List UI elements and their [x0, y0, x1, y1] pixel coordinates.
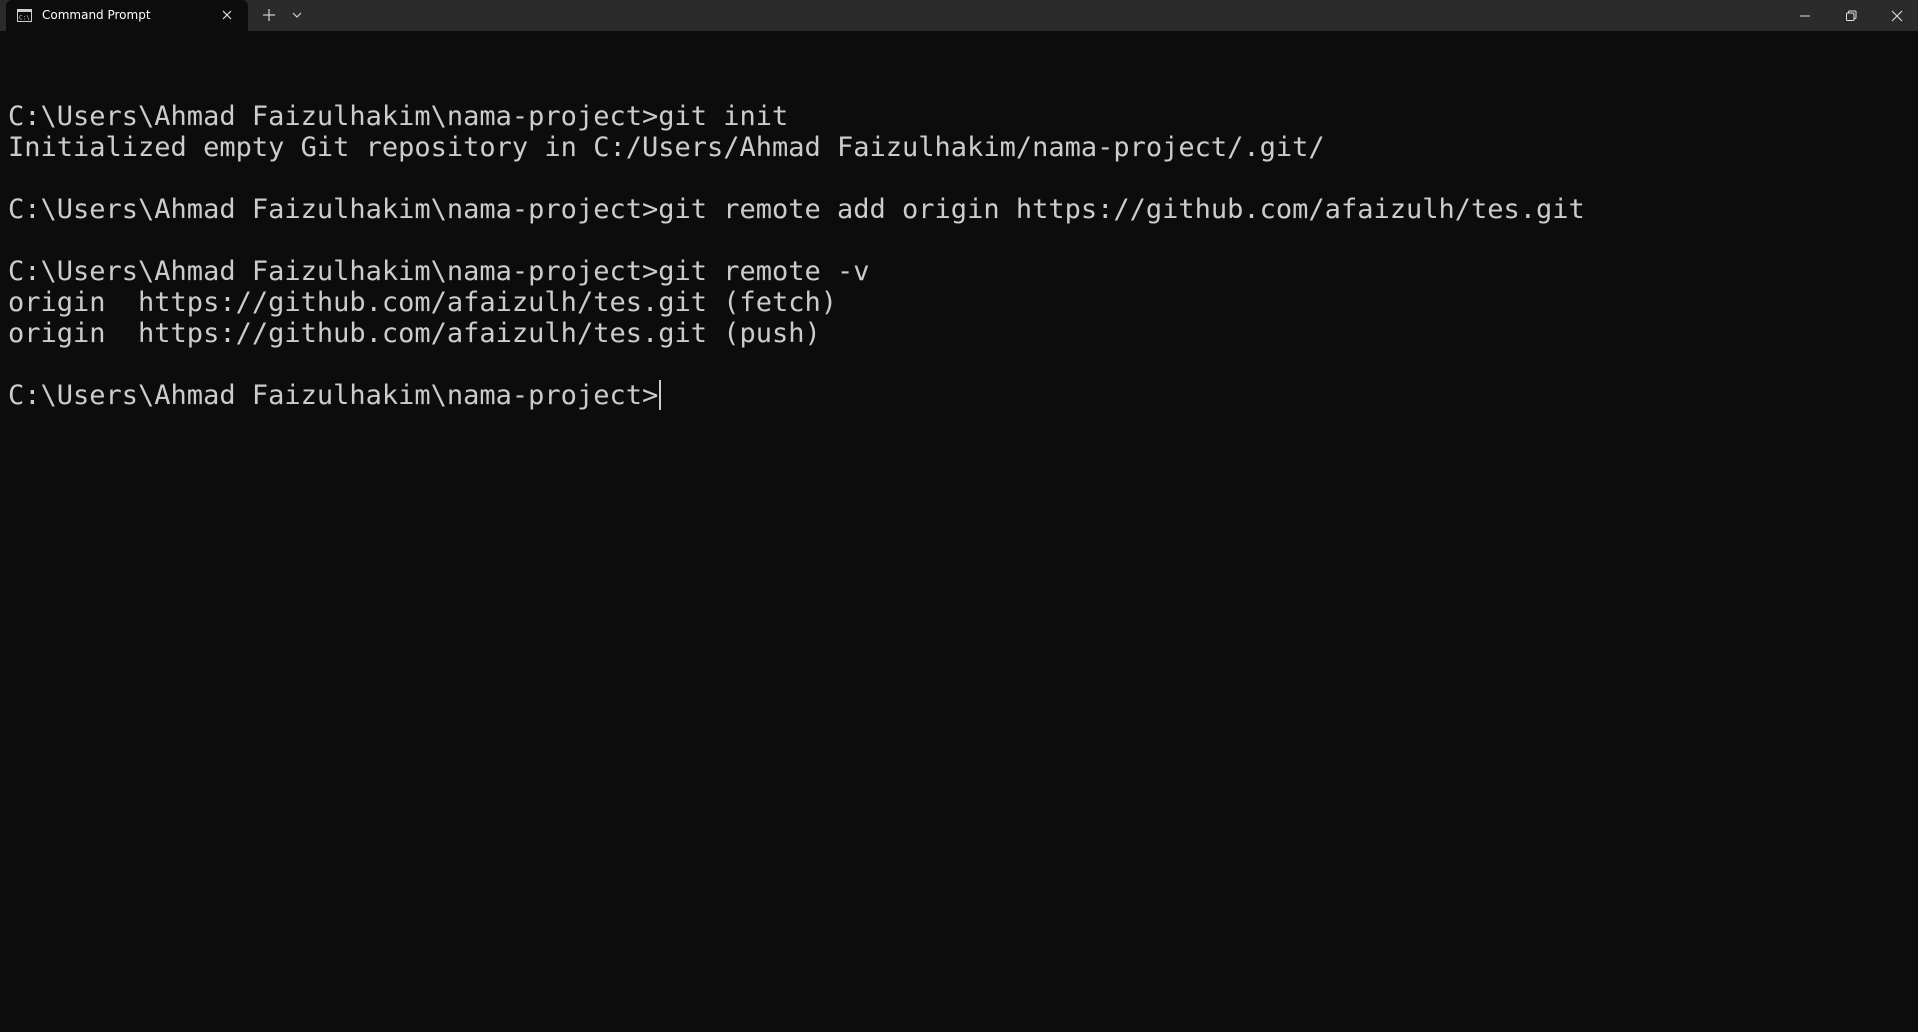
maximize-button[interactable] — [1828, 0, 1874, 31]
plus-icon[interactable] — [261, 7, 277, 23]
terminal-output[interactable]: C:\Users\Ahmad Faizulhakim\nama-project>… — [0, 31, 1918, 1032]
terminal-line: C:\Users\Ahmad Faizulhakim\nama-project>… — [8, 256, 870, 287]
terminal-prompt: C:\Users\Ahmad Faizulhakim\nama-project> — [8, 380, 659, 411]
text-cursor — [659, 380, 662, 410]
terminal-line: C:\Users\Ahmad Faizulhakim\nama-project>… — [8, 194, 1585, 225]
terminal-prompt-line: C:\Users\Ahmad Faizulhakim\nama-project> — [8, 380, 1918, 411]
tab-title: Command Prompt — [42, 8, 151, 22]
svg-text:C:\: C:\ — [19, 15, 30, 22]
minimize-icon — [1800, 15, 1810, 16]
terminal-line: Initialized empty Git repository in C:/U… — [8, 132, 1325, 163]
close-icon — [1891, 10, 1903, 21]
close-icon[interactable] — [220, 8, 234, 22]
terminal-line: origin https://github.com/afaizulh/tes.g… — [8, 318, 821, 349]
terminal-line: origin https://github.com/afaizulh/tes.g… — [8, 287, 838, 318]
terminal-line: C:\Users\Ahmad Faizulhakim\nama-project>… — [8, 101, 789, 132]
cmd-icon: C:\ — [17, 9, 32, 22]
chevron-down-icon[interactable] — [291, 9, 303, 21]
title-bar: C:\ Command Prompt — [0, 0, 1918, 31]
restore-icon — [1846, 10, 1857, 21]
minimize-button[interactable] — [1782, 0, 1828, 31]
close-window-button[interactable] — [1874, 0, 1918, 31]
tab-command-prompt[interactable]: C:\ Command Prompt — [6, 0, 248, 31]
